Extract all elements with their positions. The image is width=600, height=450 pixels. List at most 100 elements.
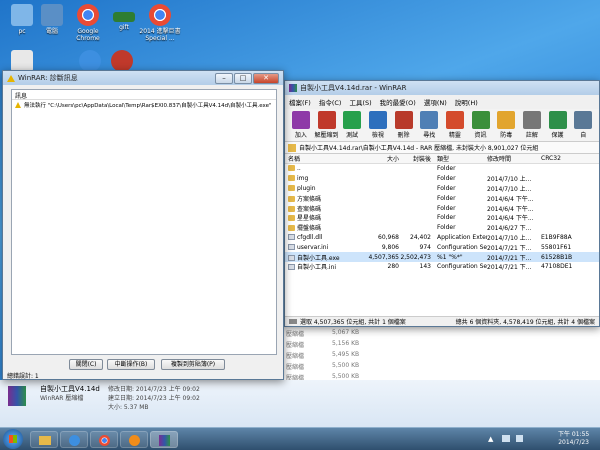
file-crc: 61528B1B bbox=[541, 253, 573, 261]
task-explorer[interactable] bbox=[30, 431, 58, 448]
rar-file-icon bbox=[8, 386, 26, 406]
find-button[interactable]: 尋找 bbox=[416, 111, 442, 139]
file-row[interactable]: 擺盤條碼 Folder 2014/6/27 下... bbox=[285, 223, 599, 233]
column-packed[interactable]: 封裝後 bbox=[399, 154, 431, 163]
add-button[interactable]: 加入 bbox=[288, 111, 314, 139]
chrome-icon bbox=[149, 4, 171, 26]
file-size: 9,806 bbox=[381, 243, 399, 251]
dialog-titlebar[interactable]: WinRAR: 診斷訊息 – □ ✕ bbox=[3, 71, 283, 85]
list-item[interactable]: 壓縮檔 5,500 KB bbox=[286, 362, 359, 372]
file-row[interactable]: img Folder 2014/7/10 上... bbox=[285, 174, 599, 184]
file-row[interactable]: uservar.ini 9,806 974 Configuration Set...2… bbox=[285, 242, 599, 252]
desktop-icon-label: pc bbox=[18, 28, 26, 35]
copy-clipboard-button[interactable]: 複製到剪貼簿(P) bbox=[161, 359, 225, 370]
add-icon bbox=[291, 111, 310, 129]
file-type: Folder bbox=[437, 165, 456, 173]
column-modified[interactable]: 修改時間 bbox=[487, 154, 541, 163]
folder-icon bbox=[288, 195, 295, 202]
file-row[interactable]: cfgdll.dll 60,968 24,402 Application Exten.… bbox=[285, 233, 599, 243]
view-button[interactable]: 檢視 bbox=[365, 111, 391, 139]
menu-favorites[interactable]: 我的最愛(O) bbox=[380, 97, 416, 107]
winrar-window: 自製小工具V4.14d.rar - WinRAR 檔案(F) 指令(C) 工具(… bbox=[284, 80, 600, 327]
delete-button[interactable]: 刪除 bbox=[391, 111, 417, 139]
task-media[interactable] bbox=[120, 431, 148, 448]
start-button[interactable] bbox=[3, 429, 23, 449]
wizard-button[interactable]: 精靈 bbox=[442, 111, 468, 139]
warning-icon bbox=[15, 102, 21, 108]
close-dialog-button[interactable]: 關閉(C) bbox=[69, 359, 103, 370]
column-crc[interactable]: CRC32 bbox=[541, 155, 581, 162]
list-item[interactable]: 壓縮檔 5,156 KB bbox=[286, 340, 359, 350]
details-modified: 修改日期: 2014/7/23 上午 09:02 bbox=[108, 386, 200, 393]
file-packed: 24,402 bbox=[410, 233, 431, 241]
virus-scan-button[interactable]: 防毒 bbox=[493, 111, 519, 139]
file-name: 自製小工具.ini bbox=[285, 262, 367, 271]
file-row[interactable]: 星星條碼 Folder 2014/6/4 下午... bbox=[285, 213, 599, 223]
file-row[interactable]: .. Folder bbox=[285, 164, 599, 174]
file-row[interactable]: plugin Folder 2014/7/10 上... bbox=[285, 184, 599, 194]
network-icon[interactable] bbox=[502, 435, 510, 442]
chrome-icon bbox=[99, 435, 110, 446]
extract-icon bbox=[317, 111, 336, 129]
file-row[interactable]: 自製小工具.ini 280 143 Configuration Set...2014/… bbox=[285, 262, 599, 272]
file-icon bbox=[288, 254, 295, 261]
break-operation-button[interactable]: 中斷操作(B) bbox=[107, 359, 155, 370]
file-row[interactable]: 查案條碼 Folder 2014/6/4 下午... bbox=[285, 203, 599, 213]
menu-file[interactable]: 檔案(F) bbox=[289, 97, 311, 107]
windows-icon bbox=[9, 435, 17, 443]
file-name: 擺盤條碼 bbox=[285, 223, 367, 232]
comment-button[interactable]: 註解 bbox=[519, 111, 545, 139]
column-name[interactable]: 名稱 bbox=[285, 154, 367, 163]
app-icon bbox=[111, 50, 133, 72]
folder-icon bbox=[288, 215, 295, 222]
menu-tools[interactable]: 工具(S) bbox=[349, 97, 371, 107]
menu-commands[interactable]: 指令(C) bbox=[319, 97, 342, 107]
task-winrar[interactable] bbox=[150, 431, 178, 448]
menu-options[interactable]: 選項(N) bbox=[424, 97, 447, 107]
address-bar[interactable]: 自製小工具V4.14d.rar\自製小工具V4.14d - RAR 壓縮檔, 未… bbox=[285, 142, 599, 154]
close-button[interactable]: ✕ bbox=[253, 72, 279, 84]
message-text: 無法執行 "C:\Users\pc\AppData\Local\Temp\Rar… bbox=[24, 103, 272, 109]
list-item[interactable]: 壓縮檔 5,495 KB bbox=[286, 351, 359, 361]
status-left: 選取 4,507,365 位元組, 共計 1 個檔案 bbox=[300, 319, 406, 326]
file-modified: 2014/6/4 下午... bbox=[487, 205, 534, 213]
tray-arrow-icon[interactable]: ▲ bbox=[488, 435, 493, 443]
file-crc: 47108DE1 bbox=[541, 263, 573, 271]
file-size: 60,968 bbox=[378, 233, 399, 241]
protect-button[interactable]: 保護 bbox=[545, 111, 571, 139]
background-explorer: 壓縮檔 5,067 KB 壓縮檔 5,156 KB 壓縮檔 5,495 KB 壓縮檔 5… bbox=[282, 325, 600, 385]
file-list: .. Folder img Folder 2014/7/10 上... plugin Fol… bbox=[285, 164, 599, 272]
message-row[interactable]: 無法執行 "C:\Users\pc\AppData\Local\Temp\Rar… bbox=[12, 100, 276, 110]
winrar-titlebar[interactable]: 自製小工具V4.14d.rar - WinRAR bbox=[285, 81, 599, 95]
info-icon bbox=[471, 111, 490, 129]
file-row[interactable]: 自製小工具.exe 4,507,365 2,502,473 %1 "%*" 2014/7… bbox=[285, 252, 599, 262]
column-type[interactable]: 類型 bbox=[431, 154, 487, 163]
file-row[interactable]: 方案條碼 Folder 2014/6/4 下午... bbox=[285, 193, 599, 203]
file-modified: 2014/6/27 下... bbox=[487, 225, 532, 233]
up-folder-icon[interactable] bbox=[288, 143, 296, 152]
view-icon bbox=[368, 111, 387, 129]
file-modified: 2014/7/21 下... bbox=[487, 244, 532, 252]
file-size: 4,507,365 bbox=[368, 253, 399, 261]
maximize-button[interactable]: □ bbox=[234, 72, 252, 84]
details-created: 建立日期: 2014/7/23 上午 09:02 bbox=[108, 395, 200, 402]
clock[interactable]: 下午 01:55 2014/7/23 bbox=[558, 431, 589, 447]
volume-icon[interactable] bbox=[516, 435, 523, 442]
computer-icon bbox=[41, 4, 63, 26]
info-button[interactable]: 資訊 bbox=[468, 111, 494, 139]
menu-help[interactable]: 說明(H) bbox=[455, 97, 478, 107]
winrar-menubar: 檔案(F) 指令(C) 工具(S) 我的最愛(O) 選項(N) 說明(H) bbox=[285, 95, 599, 109]
minimize-button[interactable]: – bbox=[215, 72, 233, 84]
column-size[interactable]: 大小 bbox=[367, 154, 399, 163]
desktop-icon-special[interactable]: 2014 進擊巨書Special ... bbox=[136, 4, 184, 42]
chrome-icon bbox=[77, 4, 99, 26]
test-button[interactable]: 測試 bbox=[339, 111, 365, 139]
system-tray: ▲ bbox=[488, 433, 548, 445]
extract-to-button[interactable]: 解壓縮到 bbox=[314, 111, 340, 139]
clock-time: 下午 01:55 bbox=[558, 431, 590, 438]
task-ie[interactable] bbox=[60, 431, 88, 448]
sfx-button[interactable]: 自 bbox=[570, 111, 596, 139]
list-item[interactable]: 壓縮檔 5,067 KB bbox=[286, 329, 359, 339]
task-chrome[interactable] bbox=[90, 431, 118, 448]
address-text: 自製小工具V4.14d.rar\自製小工具V4.14d - RAR 壓縮檔, 未… bbox=[299, 145, 539, 152]
